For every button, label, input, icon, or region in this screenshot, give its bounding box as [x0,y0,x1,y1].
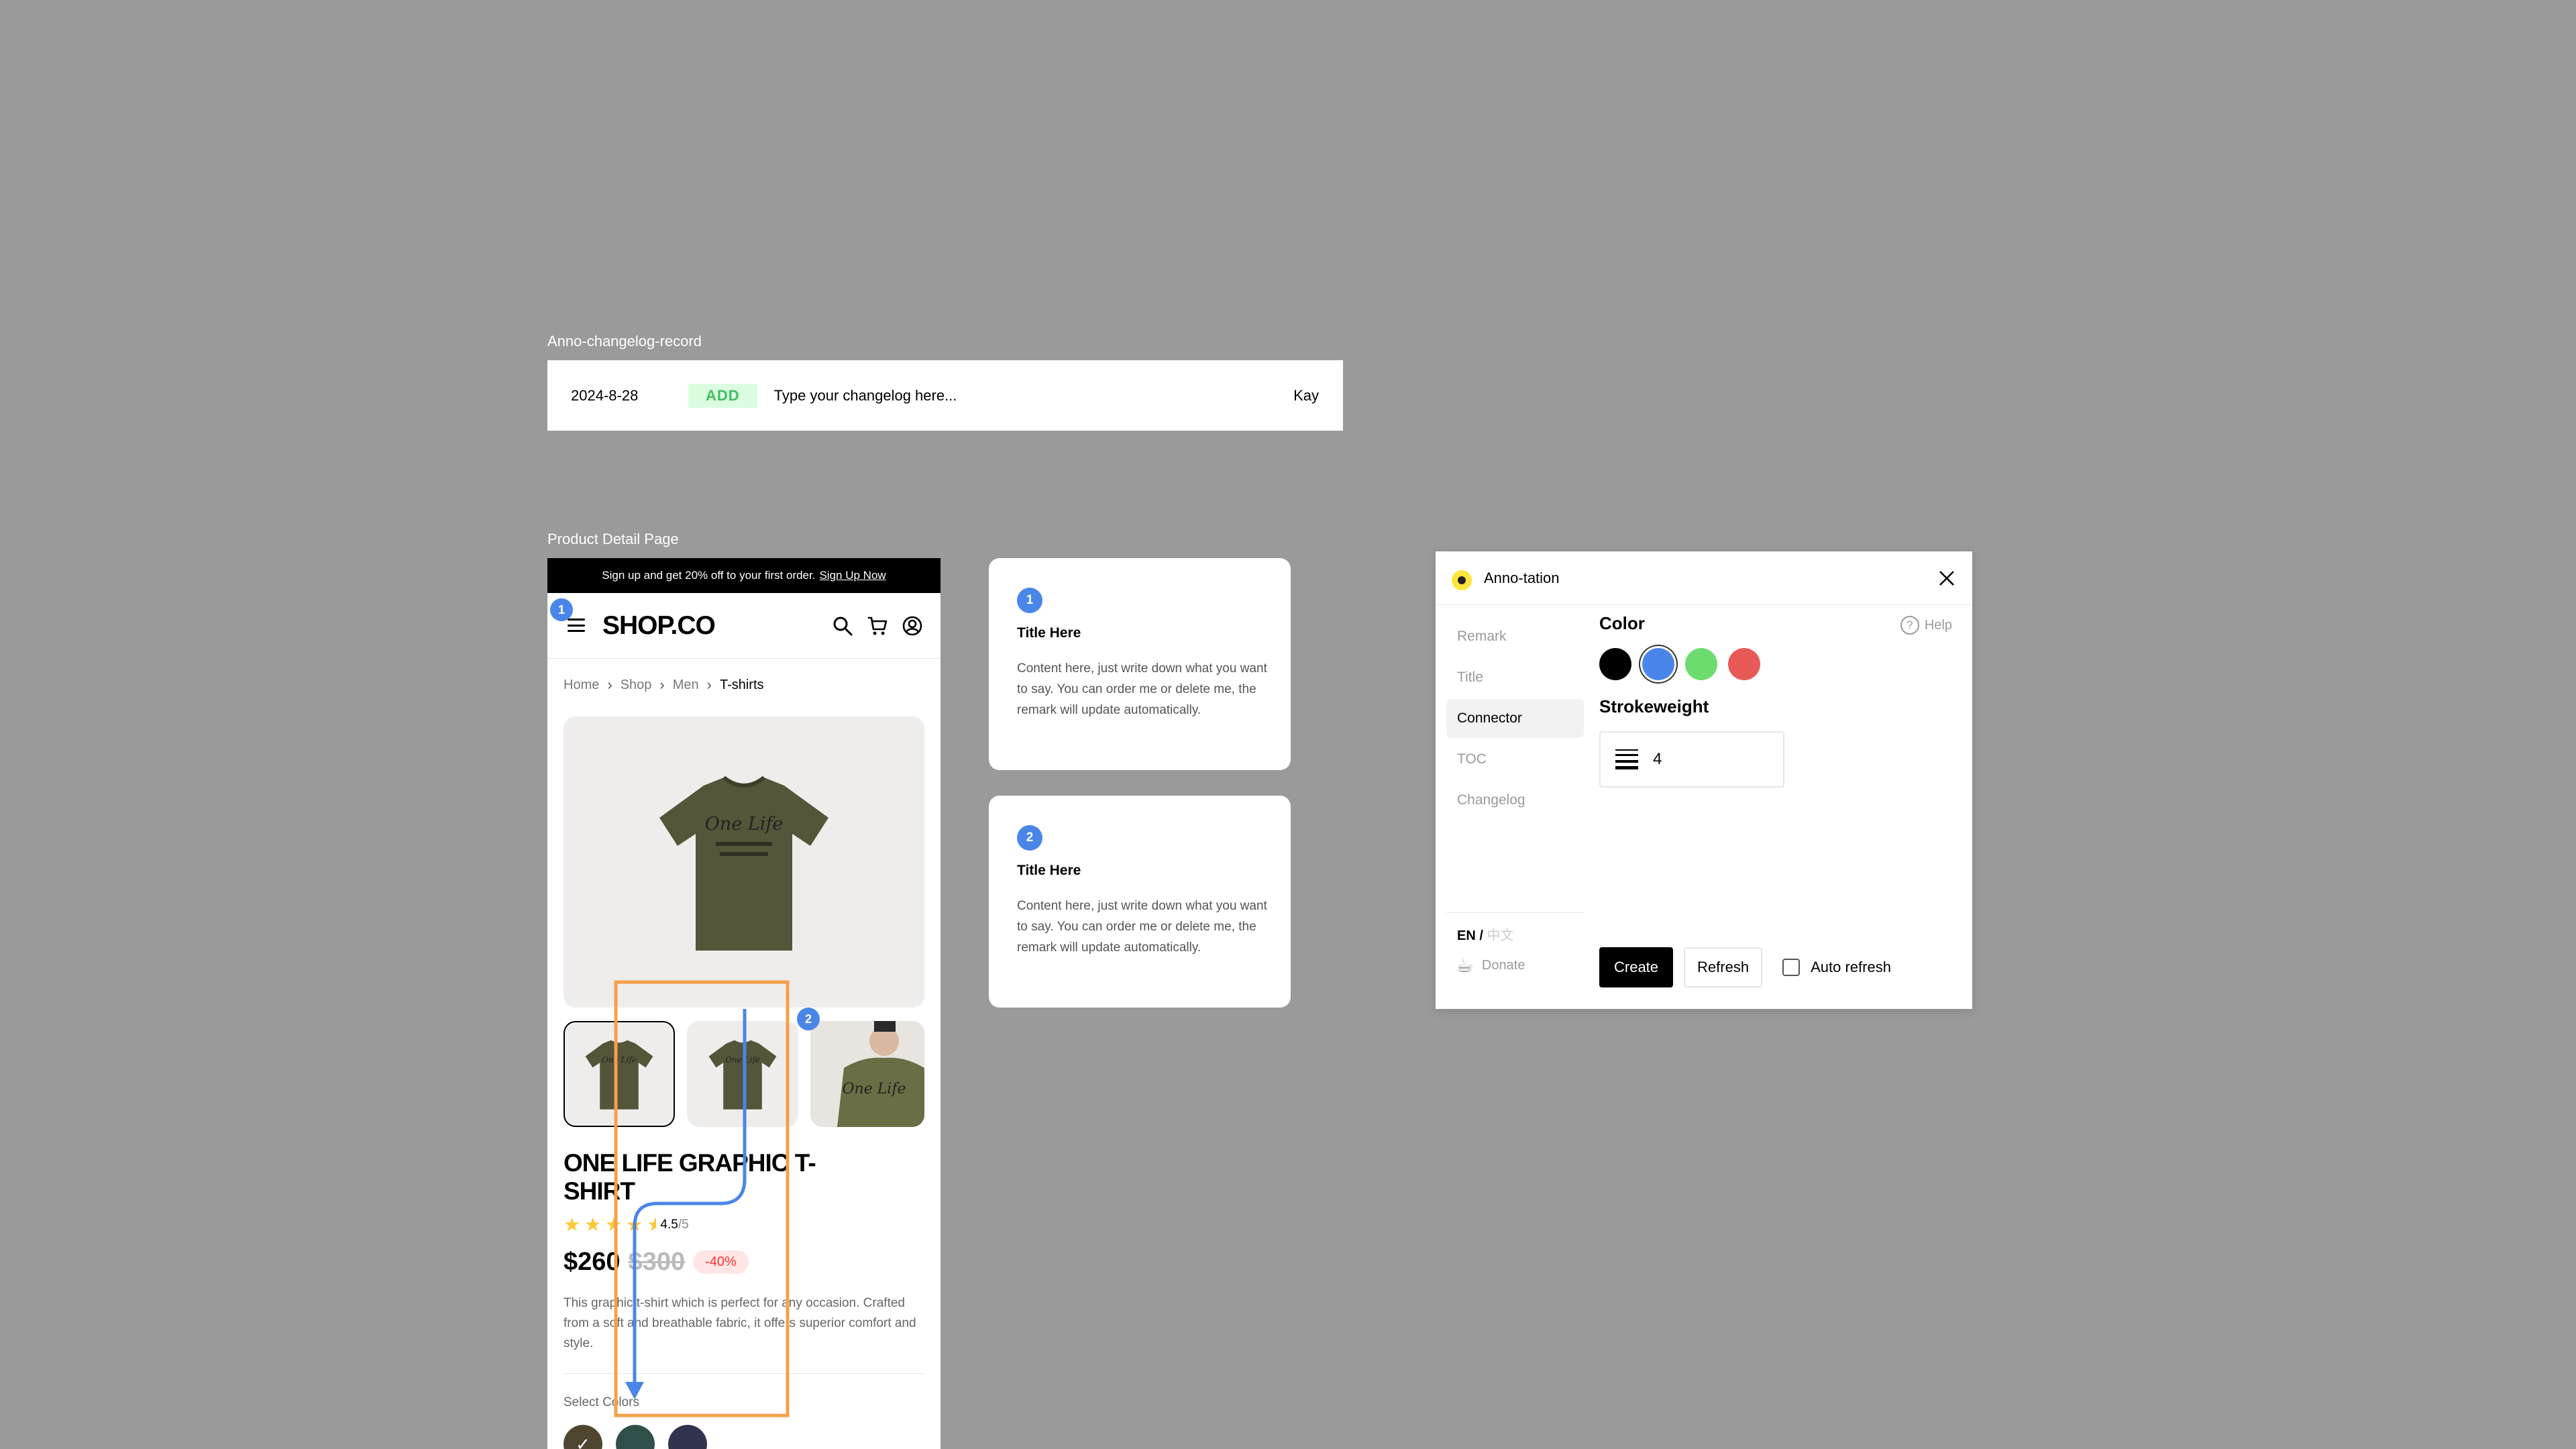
changelog-text[interactable]: Type your changelog here... [774,387,1293,405]
remark-number: 2 [1017,825,1042,851]
chevron-right-icon: › [659,676,665,693]
panel-header: Anno-tation [1436,551,1972,605]
panel-title: Anno-tation [1484,570,1560,586]
color-label: Color [1599,613,1645,633]
strokeweight-label: Strokeweight [1599,696,1709,716]
help-link[interactable]: ? Help [1900,616,1952,635]
annotation-badge-1[interactable]: 1 [550,598,573,621]
discount-badge: -40% [693,1250,749,1274]
help-label: Help [1924,617,1952,633]
breadcrumb-home[interactable]: Home [564,678,599,693]
remark-title[interactable]: Title Here [1017,625,1081,641]
changelog-frame-label: Anno-changelog-record [547,333,702,350]
language-switch: EN / 中文 [1457,928,1514,943]
breadcrumb: Home › Shop › Men › T-shirts [564,676,764,694]
plugin-logo-icon [1452,570,1472,590]
nav-item-connector[interactable]: Connector [1446,699,1584,738]
promo-text: Sign up and get 20% off to your first or… [602,569,816,582]
breadcrumb-men[interactable]: Men [673,678,699,693]
remark-content[interactable]: Content here, just write down what you w… [1017,896,1272,958]
annotation-plugin-panel: Anno-tation Remark Title Connector TOC C… [1436,551,1972,1009]
navbar: SHOP.CO [547,593,941,659]
svg-text:One Life: One Life [602,1055,637,1065]
product-frame-label: Product Detail Page [547,531,679,547]
product-main-image: One Life [564,716,924,1008]
lang-zh[interactable]: 中文 [1487,928,1513,943]
select-colors-label: Select Colors [564,1395,639,1409]
auto-refresh-checkbox[interactable] [1782,959,1801,976]
color-option-green[interactable] [1685,648,1717,680]
auto-refresh-toggle[interactable]: Auto refresh [1782,959,1891,976]
remark-card-2[interactable]: 2 Title Here Content here, just write do… [989,796,1291,1008]
changelog-date: 2024-8-28 [571,386,639,404]
star-rating-icon: ★★★★★ [564,1214,656,1235]
product-rating: ★★★★★ 4.5/5 [564,1214,689,1236]
current-price: $260 [564,1248,621,1276]
thumbnail-list: One Life One Life One Life [564,1021,924,1127]
thumbnail-2[interactable]: One Life [687,1021,798,1127]
promo-signup-link[interactable]: Sign Up Now [819,569,885,582]
thumbnail-3[interactable]: One Life [810,1021,924,1127]
divider [564,1373,924,1374]
thumbnail-1[interactable]: One Life [564,1021,675,1127]
breadcrumb-tshirts[interactable]: T-shirts [720,678,764,693]
remark-content[interactable]: Content here, just write down what you w… [1017,658,1272,720]
nav-item-changelog[interactable]: Changelog [1446,781,1584,820]
promo-banner: Sign up and get 20% off to your first or… [547,558,941,593]
stroke-weight-icon [1615,749,1638,769]
color-picker [1599,648,1760,680]
tshirt-image: One Life [659,775,828,951]
changelog-record[interactable]: 2024-8-28 ADD Type your changelog here..… [547,360,1343,431]
donate-label: Donate [1481,958,1525,973]
create-button[interactable]: Create [1599,947,1674,987]
side-nav: Remark Title Connector TOC Changelog [1446,617,1584,822]
color-option-red[interactable] [1728,648,1760,680]
chevron-right-icon: › [607,676,612,693]
auto-refresh-label: Auto refresh [1811,959,1891,975]
close-icon[interactable] [1936,568,1957,589]
svg-text:One Life: One Life [842,1081,906,1097]
product-detail-page: Sign up and get 20% off to your first or… [547,558,941,1449]
color-option-blue[interactable] [1642,648,1674,680]
color-swatch-3[interactable] [668,1425,707,1449]
search-icon[interactable] [832,615,853,637]
shop-logo[interactable]: SHOP.CO [602,611,716,641]
rating-score: 4.5/5 [660,1217,689,1232]
donate-link[interactable]: ☕ Donate [1456,954,1525,977]
annotation-badge-2[interactable]: 2 [797,1008,820,1030]
color-swatch-1[interactable]: ✓ [564,1425,602,1449]
svg-text:One Life: One Life [705,814,784,835]
remark-title[interactable]: Title Here [1017,863,1081,879]
nav-item-title[interactable]: Title [1446,658,1584,697]
strokeweight-input[interactable]: 4 [1599,731,1784,788]
menu-icon[interactable] [568,619,585,632]
coffee-icon: ☕ [1456,955,1474,977]
changelog-author: Kay [1293,386,1319,404]
product-title: ONE LIFE GRAPHIC T-SHIRT [564,1149,816,1205]
help-icon: ? [1900,616,1919,635]
chevron-right-icon: › [706,676,712,693]
color-option-black[interactable] [1599,648,1631,680]
nav-item-toc[interactable]: TOC [1446,740,1584,779]
cart-icon[interactable] [867,615,888,637]
breadcrumb-shop[interactable]: Shop [621,678,652,693]
remark-card-1[interactable]: 1 Title Here Content here, just write do… [989,558,1291,770]
old-price: $300 [628,1248,686,1276]
action-row: Create Refresh Auto refresh [1599,947,1891,987]
color-swatch-2[interactable] [616,1425,655,1449]
divider [1446,912,1584,913]
product-description: This graphic t-shirt which is perfect fo… [564,1296,916,1350]
remark-number: 1 [1017,588,1042,613]
strokeweight-value[interactable]: 4 [1653,750,1662,769]
changelog-tag[interactable]: ADD [688,383,757,408]
lang-en[interactable]: EN [1457,928,1476,943]
nav-item-remark[interactable]: Remark [1446,617,1584,656]
refresh-button[interactable]: Refresh [1684,947,1763,987]
check-icon: ✓ [576,1434,590,1449]
color-swatches: ✓ [564,1425,707,1449]
price-row: $260 $300 -40% [564,1248,749,1277]
account-icon[interactable] [902,615,923,637]
svg-text:One Life: One Life [725,1055,760,1065]
